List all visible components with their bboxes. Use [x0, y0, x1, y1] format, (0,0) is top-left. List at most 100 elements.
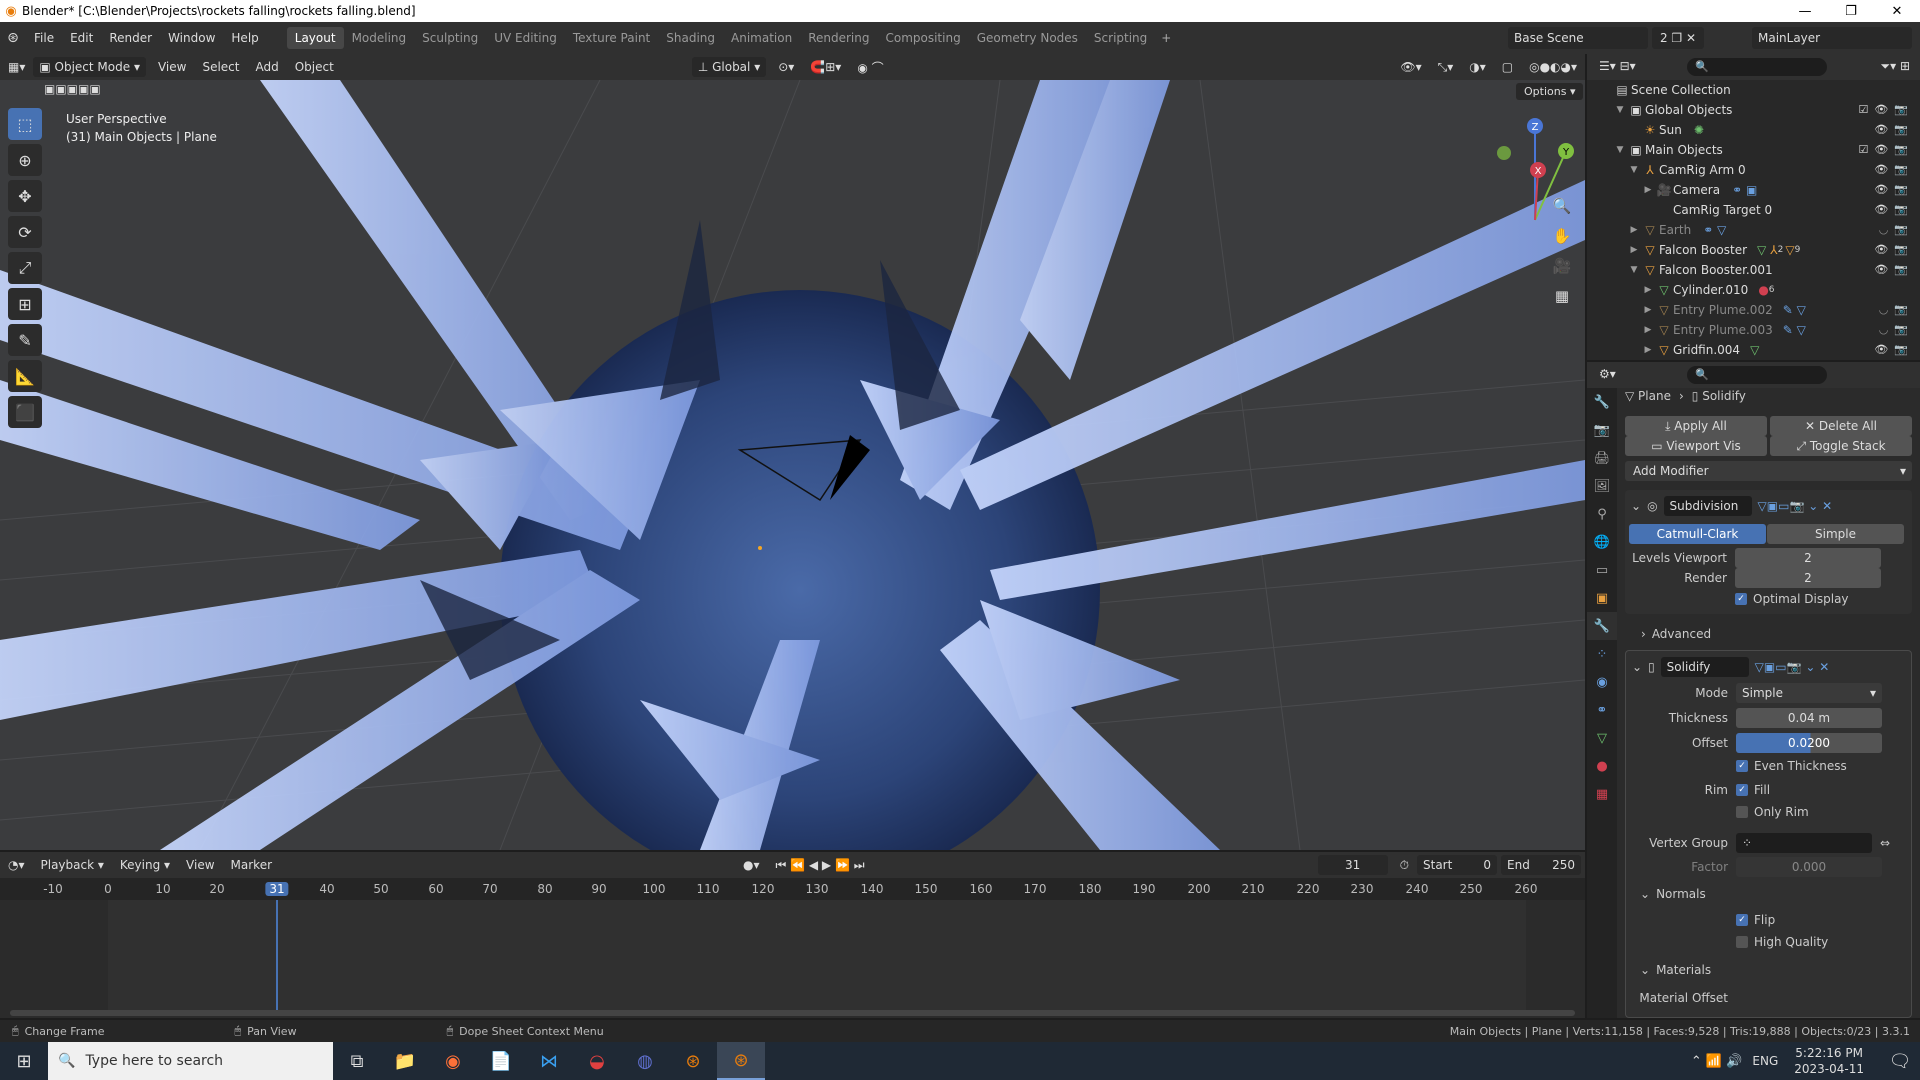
taskbar-search-input[interactable]: 🔍 Type here to search — [48, 1042, 333, 1080]
timeline-editor-icon[interactable]: ◔▾ — [0, 858, 33, 872]
system-tray-icons[interactable]: ⌃ 📶 🔊 — [1691, 1054, 1743, 1069]
snap-icon[interactable]: 🧲⊞▾ — [802, 60, 849, 74]
row-visibility-icons[interactable]: 👁📷 — [1874, 120, 1914, 140]
scene-count[interactable]: 2 ❐ ✕ — [1652, 27, 1704, 49]
row-visibility-icons[interactable]: 👁📷 — [1874, 180, 1914, 200]
outliner-row[interactable]: ▶ ▽ Earth ⚭ ▽ ◡📷 — [1587, 220, 1920, 240]
gizmo-toggle-icon[interactable]: ⤡▾ — [1430, 60, 1462, 75]
material-tab-icon[interactable]: ● — [1587, 752, 1617, 780]
tab-modeling[interactable]: Modeling — [344, 27, 415, 49]
transform-tool-icon[interactable]: ⊞ — [8, 288, 42, 320]
firefox-icon[interactable]: ◉ — [429, 1042, 477, 1080]
even-thickness-checkbox[interactable]: ✓ Even Thickness — [1736, 759, 1847, 773]
delete-all-button[interactable]: ✕ Delete All — [1770, 416, 1912, 436]
expand-arrow-icon[interactable]: ▼ — [1613, 100, 1627, 120]
outliner-row[interactable]: ▼ ▣ Global Objects ☑👁📷 — [1587, 100, 1920, 120]
expand-arrow-icon[interactable]: ▼ — [1613, 140, 1627, 160]
materials-subpanel[interactable]: ⌄ Materials — [1640, 963, 1711, 977]
render-tab-icon[interactable]: 📷 — [1587, 416, 1617, 444]
advanced-subpanel[interactable]: › Advanced — [1625, 624, 1912, 644]
ortho-grid-icon[interactable]: ▦ — [1548, 282, 1576, 310]
tab-animation[interactable]: Animation — [723, 27, 800, 49]
tab-scripting[interactable]: Scripting — [1086, 27, 1155, 49]
constraints-tab-icon[interactable]: ⚭ — [1587, 696, 1617, 724]
annotate-tool-icon[interactable]: ✎ — [8, 324, 42, 356]
thickness-field[interactable]: 0.04 m — [1736, 708, 1882, 728]
tab-shading[interactable]: Shading — [658, 27, 723, 49]
shading-modes-icon[interactable]: ◎●◐◕▾ — [1521, 60, 1585, 74]
measure-tool-icon[interactable]: 📐 — [8, 360, 42, 392]
gizmo-neg-y[interactable] — [1497, 146, 1511, 160]
optimal-display-checkbox[interactable]: ✓ Optimal Display — [1735, 592, 1849, 606]
outliner-row[interactable]: CamRig Target 0 👁📷 — [1587, 200, 1920, 220]
start-frame-field[interactable]: Start 0 — [1417, 855, 1497, 875]
outliner-row[interactable]: ▶ ▽ Entry Plume.002 ✎ ▽ ◡📷 — [1587, 300, 1920, 320]
app-icon[interactable]: ◒ — [573, 1042, 621, 1080]
outliner-row[interactable]: ▶ ▽ Gridfin.004 ▽ 👁📷 — [1587, 340, 1920, 360]
tab-sculpting[interactable]: Sculpting — [414, 27, 486, 49]
object-tab-icon[interactable]: ▣ — [1587, 584, 1617, 612]
world-tab-icon[interactable]: 🌐 — [1587, 528, 1617, 556]
notepad-icon[interactable]: 📄 — [477, 1042, 525, 1080]
levels-viewport-field[interactable]: 2 — [1735, 548, 1881, 568]
scene-tab-icon[interactable]: ⚲ — [1587, 500, 1617, 528]
zoom-icon[interactable]: 🔍 — [1548, 192, 1576, 220]
overlay-toggle-icon[interactable]: ◑▾ — [1461, 60, 1494, 74]
normals-subpanel[interactable]: ⌄ Normals — [1640, 887, 1706, 901]
high-quality-checkbox[interactable]: High Quality — [1736, 935, 1828, 949]
output-tab-icon[interactable]: 🖨 — [1587, 444, 1617, 472]
clock[interactable]: 5:22:16 PM 2023-04-11 — [1794, 1045, 1864, 1077]
file-explorer-icon[interactable]: 📁 — [381, 1042, 429, 1080]
outliner-row[interactable]: ▶ ▽ Entry Plume.003 ✎ ▽ ◡📷 — [1587, 320, 1920, 340]
timeline-area[interactable]: -10 0 10 20 31 40 50 60 70 80 90 100 110… — [0, 878, 1585, 1018]
menu-object[interactable]: Object — [287, 60, 342, 74]
particles-tab-icon[interactable]: ⁘ — [1587, 640, 1617, 668]
modifier-toggle-icons[interactable]: ▽▣▭📷 ⌄ ✕ — [1755, 660, 1830, 674]
texture-tab-icon[interactable]: ▦ — [1587, 780, 1617, 808]
physics-tab-icon[interactable]: ◉ — [1587, 668, 1617, 696]
row-visibility-icons[interactable]: 👁📷 — [1874, 260, 1914, 280]
select-box-tool-icon[interactable]: ⬚ — [8, 108, 42, 140]
tool-tab-icon[interactable]: 🔧 — [1587, 388, 1617, 416]
object-mode-dropdown[interactable]: ▣ Object Mode ▾ — [33, 57, 146, 77]
catmull-clark-button[interactable]: Catmull-Clark — [1629, 524, 1766, 544]
timer-icon[interactable]: ⏱ — [1392, 858, 1417, 873]
outliner-row-scene-collection[interactable]: ▤ Scene Collection — [1587, 80, 1920, 100]
render-levels-field[interactable]: 2 — [1735, 568, 1881, 588]
maximize-button[interactable]: ❐ — [1828, 4, 1874, 19]
outliner-search-input[interactable]: 🔍 — [1687, 58, 1827, 76]
toggle-stack-button[interactable]: ⤢ Toggle Stack — [1770, 436, 1912, 456]
playhead-line[interactable] — [276, 900, 278, 1016]
end-frame-field[interactable]: End 250 — [1501, 855, 1581, 875]
expand-arrow-icon[interactable]: ▶ — [1641, 180, 1655, 200]
tab-layout[interactable]: Layout — [286, 27, 344, 49]
3d-viewport[interactable]: Z Y X User Perspective (31) Main Objects… — [0, 80, 1585, 850]
menu-window[interactable]: Window — [160, 31, 223, 45]
pan-hand-icon[interactable]: ✋ — [1548, 222, 1576, 250]
scene-selector[interactable]: Base Scene — [1508, 27, 1648, 49]
cursor-tool-icon[interactable]: ⊕ — [8, 144, 42, 176]
row-visibility-icons[interactable]: 👁📷 — [1874, 160, 1914, 180]
vscode-icon[interactable]: ⋈ — [525, 1042, 573, 1080]
row-visibility-icons[interactable]: 👁📷 — [1874, 200, 1914, 220]
view-layer-tab-icon[interactable]: 🖼 — [1587, 472, 1617, 500]
tab-rendering[interactable]: Rendering — [800, 27, 877, 49]
language-indicator[interactable]: ENG — [1752, 1054, 1778, 1068]
expand-arrow-icon[interactable]: ▶ — [1641, 280, 1655, 300]
menu-edit[interactable]: Edit — [62, 31, 101, 45]
mode-dropdown[interactable]: Simple ▾ — [1736, 683, 1882, 703]
tab-uv-editing[interactable]: UV Editing — [486, 27, 565, 49]
outliner-row[interactable]: ▼ ▣ Main Objects ☑👁📷 — [1587, 140, 1920, 160]
collapse-arrow-icon[interactable]: ⌄ — [1632, 660, 1642, 674]
row-visibility-icons[interactable]: ◡📷 — [1879, 320, 1914, 340]
solidify-name-field[interactable]: Solidify — [1660, 657, 1749, 677]
rotate-tool-icon[interactable]: ⟳ — [8, 216, 42, 248]
invert-arrows-icon[interactable]: ⇔ — [1880, 836, 1890, 850]
expand-arrow-icon[interactable]: ▶ — [1641, 340, 1655, 360]
xray-icon[interactable]: ▢ — [1494, 60, 1521, 74]
editor-type-icon[interactable]: ▦▾ — [0, 60, 33, 74]
marker-menu[interactable]: Marker — [223, 858, 280, 872]
properties-search-input[interactable]: 🔍 — [1687, 366, 1827, 384]
blender-taskbar-icon[interactable]: ⊛ — [669, 1042, 717, 1080]
keying-menu[interactable]: Keying ▾ — [112, 858, 178, 872]
